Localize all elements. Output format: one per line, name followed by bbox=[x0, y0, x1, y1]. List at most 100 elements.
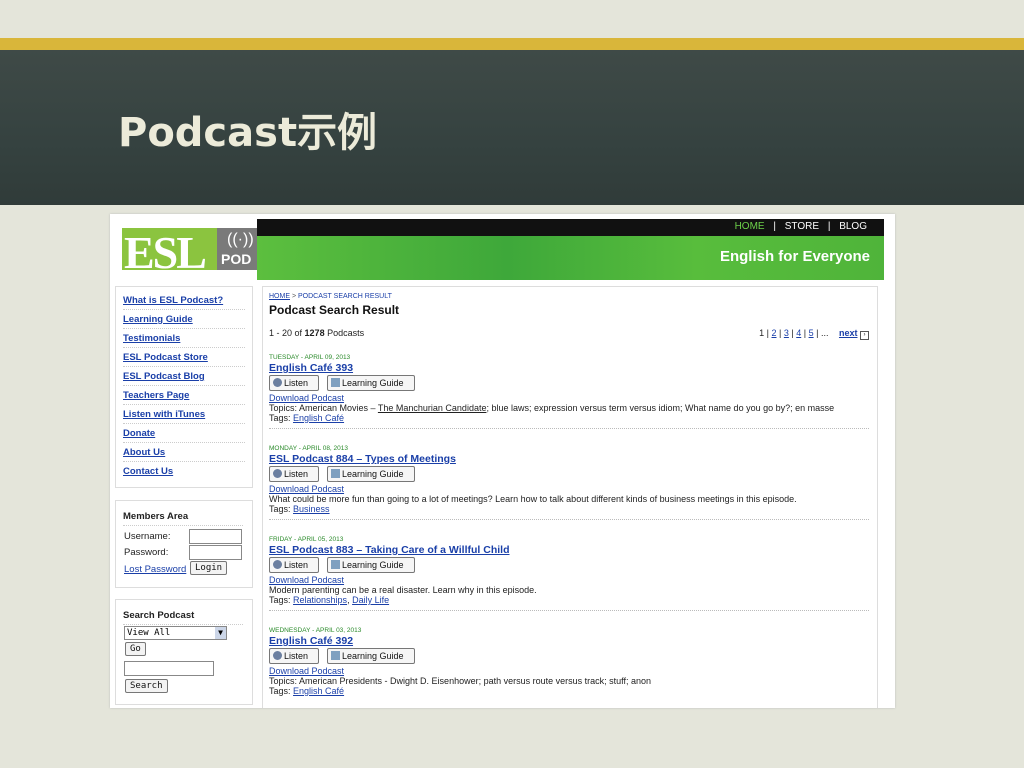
desc-text: ; blue laws; expression versus term vers… bbox=[486, 403, 835, 413]
page-link[interactable]: 5 bbox=[809, 328, 814, 338]
learning-guide-label: Learning Guide bbox=[342, 469, 404, 479]
breadcrumb-separator: > bbox=[291, 293, 297, 300]
episode-date: TUESDAY - APRIL 09, 2013 bbox=[269, 354, 351, 361]
tag-link[interactable]: Relationships bbox=[293, 595, 347, 605]
page-link[interactable]: 4 bbox=[796, 328, 801, 338]
episode-buttons: Listen Learning Guide bbox=[269, 648, 869, 666]
speaker-icon bbox=[273, 651, 282, 660]
episode-buttons: Listen Learning Guide bbox=[269, 375, 869, 393]
nav-store-link[interactable]: STORE bbox=[785, 221, 819, 232]
breadcrumb: HOME > PODCAST SEARCH RESULT bbox=[269, 293, 392, 300]
tag-link[interactable]: Daily Life bbox=[352, 595, 389, 605]
nav-blog-link[interactable]: BLOG bbox=[839, 221, 867, 232]
search-button[interactable]: Search bbox=[125, 679, 168, 693]
listen-button[interactable]: Listen bbox=[269, 648, 319, 664]
nav-home-link[interactable]: HOME bbox=[735, 221, 765, 232]
listen-button[interactable]: Listen bbox=[269, 375, 319, 391]
count-prefix: 1 - 20 of bbox=[269, 328, 303, 338]
wifi-icon: ((·)) bbox=[227, 231, 254, 248]
page-link[interactable]: 3 bbox=[784, 328, 789, 338]
episode-date: FRIDAY - APRIL 05, 2013 bbox=[269, 536, 344, 543]
password-input[interactable] bbox=[189, 545, 242, 560]
slide-title: Podcast示例 bbox=[118, 110, 378, 156]
password-label: Password: bbox=[124, 547, 169, 558]
search-podcast-title: Search Podcast bbox=[123, 610, 243, 625]
episode-description: What could be more fun than going to a l… bbox=[269, 494, 797, 504]
login-button[interactable]: Login bbox=[190, 561, 228, 575]
learning-guide-button[interactable]: Learning Guide bbox=[327, 557, 415, 573]
episode-title-link[interactable]: English Café 393 bbox=[269, 362, 869, 374]
sidebar-item-blog[interactable]: ESL Podcast Blog bbox=[123, 367, 245, 386]
next-arrow-icon[interactable]: › bbox=[860, 331, 869, 340]
sidebar-item-donate[interactable]: Donate bbox=[123, 424, 245, 443]
episode-title-link[interactable]: ESL Podcast 883 – Taking Care of a Willf… bbox=[269, 544, 869, 556]
learning-guide-button[interactable]: Learning Guide bbox=[327, 648, 415, 664]
tags-label: Tags: bbox=[269, 686, 291, 696]
download-podcast-link[interactable]: Download Podcast bbox=[269, 575, 869, 585]
search-input[interactable] bbox=[124, 661, 214, 676]
top-nav: HOME | STORE | BLOG bbox=[732, 221, 870, 232]
learning-guide-button[interactable]: Learning Guide bbox=[327, 466, 415, 482]
listen-button[interactable]: Listen bbox=[269, 557, 319, 573]
learning-guide-label: Learning Guide bbox=[342, 651, 404, 661]
list-item: MONDAY - APRIL 08, 2013 ESL Podcast 884 … bbox=[269, 445, 869, 520]
nav-separator: | bbox=[827, 221, 831, 232]
esl-pod-logo[interactable]: ESL ((·)) POD bbox=[122, 227, 258, 278]
episode-date: WEDNESDAY - APRIL 03, 2013 bbox=[269, 627, 362, 634]
lost-password-link[interactable]: Lost Password bbox=[124, 564, 186, 575]
sidebar-item-store[interactable]: ESL Podcast Store bbox=[123, 348, 245, 367]
list-item: WEDNESDAY - APRIL 03, 2013 English Café … bbox=[269, 627, 869, 701]
book-icon bbox=[331, 560, 340, 569]
episode-tags: Tags: English Café bbox=[269, 413, 869, 428]
tags-label: Tags: bbox=[269, 413, 291, 423]
episode-tags: Tags: Business bbox=[269, 504, 869, 519]
tag-link[interactable]: Business bbox=[293, 504, 330, 514]
learning-guide-label: Learning Guide bbox=[342, 378, 404, 388]
count-suffix: Podcasts bbox=[327, 328, 365, 338]
page-title: Podcast Search Result bbox=[269, 303, 400, 317]
listen-label: Listen bbox=[284, 469, 309, 479]
sidebar-item-teachers-page[interactable]: Teachers Page bbox=[123, 386, 245, 405]
sidebar-item-about-us[interactable]: About Us bbox=[123, 443, 245, 462]
listen-button[interactable]: Listen bbox=[269, 466, 319, 482]
speaker-icon bbox=[273, 469, 282, 478]
book-icon bbox=[331, 651, 340, 660]
members-area-title: Members Area bbox=[123, 511, 243, 526]
page-link[interactable]: 2 bbox=[772, 328, 777, 338]
sidebar-nav: What is ESL Podcast? Learning Guide Test… bbox=[115, 286, 253, 488]
tag-link[interactable]: English Café bbox=[293, 686, 344, 696]
result-count: 1 - 20 of 1278 Podcasts bbox=[269, 328, 364, 338]
go-button[interactable]: Go bbox=[125, 642, 146, 656]
book-icon bbox=[331, 378, 340, 387]
listen-label: Listen bbox=[284, 560, 309, 570]
sidebar-item-what-is-esl-podcast[interactable]: What is ESL Podcast? bbox=[123, 291, 245, 310]
download-podcast-link[interactable]: Download Podcast bbox=[269, 393, 869, 403]
tag-link[interactable]: English Café bbox=[293, 413, 344, 423]
download-podcast-link[interactable]: Download Podcast bbox=[269, 484, 869, 494]
slide-top-band bbox=[0, 0, 1024, 38]
episode-description: Topics: American Movies – The Manchurian… bbox=[269, 403, 869, 413]
episode-buttons: Listen Learning Guide bbox=[269, 466, 869, 484]
learning-guide-button[interactable]: Learning Guide bbox=[327, 375, 415, 391]
list-item: FRIDAY - APRIL 05, 2013 ESL Podcast 883 … bbox=[269, 536, 869, 611]
download-podcast-link[interactable]: Download Podcast bbox=[269, 666, 869, 676]
logo[interactable]: ESL ((·)) POD bbox=[110, 214, 258, 280]
speaker-icon bbox=[273, 378, 282, 387]
username-input[interactable] bbox=[189, 529, 242, 544]
next-page-link[interactable]: next bbox=[839, 328, 858, 338]
sidebar-item-itunes[interactable]: Listen with iTunes bbox=[123, 405, 245, 424]
sidebar-item-contact-us[interactable]: Contact Us bbox=[123, 462, 245, 480]
desc-movie-link[interactable]: The Manchurian Candidate bbox=[378, 403, 487, 413]
breadcrumb-home-link[interactable]: HOME bbox=[269, 293, 290, 300]
episode-title-link[interactable]: English Café 392 bbox=[269, 635, 869, 647]
chevron-down-icon[interactable]: ▼ bbox=[215, 627, 226, 639]
category-select-value: View All bbox=[127, 628, 171, 638]
tags-label: Tags: bbox=[269, 504, 291, 514]
sidebar-item-testimonials[interactable]: Testimonials bbox=[123, 329, 245, 348]
listen-label: Listen bbox=[284, 378, 309, 388]
speaker-icon bbox=[273, 560, 282, 569]
category-select[interactable]: View All ▼ bbox=[124, 626, 227, 640]
sidebar-item-learning-guide[interactable]: Learning Guide bbox=[123, 310, 245, 329]
pod-badge: ((·)) POD bbox=[217, 228, 258, 270]
episode-title-link[interactable]: ESL Podcast 884 – Types of Meetings bbox=[269, 453, 869, 465]
